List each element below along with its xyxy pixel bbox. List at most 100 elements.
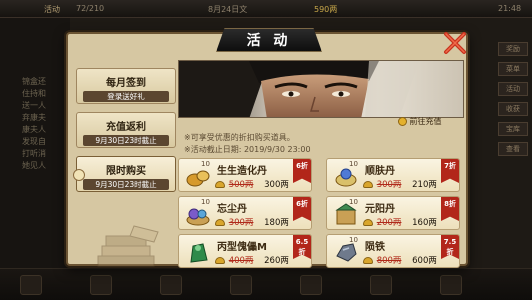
item-name: 元阳丹 [365, 204, 395, 215]
shop-item-card[interactable]: 10 陨铁 800两 600两 7.5折 [326, 234, 460, 268]
bg-menu-button[interactable]: 宝库 [498, 122, 528, 136]
activity-dialog: 活 动 每月签到 登录送好礼 充值返利 9月30日23时截止 限时购买 9月30… [66, 28, 468, 268]
info-deadline-note: ※活动截止日期: 2019/9/30 23:00 [184, 145, 311, 154]
item-count: 10 [349, 198, 358, 206]
discount-badge: 6折 [293, 159, 311, 183]
item-name: 陨铁 [365, 242, 385, 253]
bottom-slot[interactable] [440, 275, 462, 295]
item-price: 400两 260两 [215, 254, 289, 266]
hero-banner [178, 60, 464, 118]
discount-badge: 6.5折 [293, 235, 311, 259]
ingot-icon [215, 181, 225, 188]
sale-price: 160两 [412, 218, 437, 228]
coin-icon [398, 117, 407, 126]
selected-arrow-icon [73, 169, 85, 181]
ingot-icon [215, 219, 225, 226]
sale-price: 180两 [264, 218, 289, 228]
tab-title: 充值返利 [106, 122, 146, 133]
go-recharge-link[interactable]: 前往充值 [398, 116, 462, 128]
bottom-slot[interactable] [90, 275, 112, 295]
hero-portrait-icon [179, 61, 419, 117]
bottom-action-bar [0, 268, 532, 300]
story-line: 康夫人 [22, 125, 46, 134]
shop-item-card[interactable]: 10 顺肤丹 300两 210两 7折 [326, 158, 460, 192]
bg-menu-button[interactable]: 收获 [498, 102, 528, 116]
ingot-icon [363, 257, 373, 264]
sale-price: 600两 [412, 256, 437, 266]
item-name: 丙型傀儡M [217, 242, 267, 253]
tab-title: 每月签到 [106, 78, 146, 89]
limited-purchase-panel: 前往充值 ※可享受优惠的折扣购买道具。 ※活动截止日期: 2019/9/30 2… [178, 60, 464, 268]
original-price: 300两 [228, 218, 254, 228]
close-icon[interactable] [442, 30, 468, 56]
story-line: 住持和 [22, 89, 46, 98]
sale-price: 300两 [264, 180, 289, 190]
bottom-slot[interactable] [230, 275, 252, 295]
story-line: 她见人 [22, 161, 46, 170]
item-count: 10 [201, 160, 210, 168]
item-price: 500两 300两 [215, 178, 289, 190]
tab-monthly-signin[interactable]: 每月签到 登录送好礼 [76, 68, 176, 104]
top-tab-label: 活动 [44, 5, 60, 14]
story-line: 发现自 [22, 137, 46, 146]
bottom-slot[interactable] [160, 275, 182, 295]
background-story-text: 锦盒还 住持和 送一人 弃康夫 康夫人 发现自 打听消 她见人 [22, 76, 72, 172]
books-decoration-icon [97, 225, 159, 267]
discount-badge: 7折 [441, 159, 459, 183]
original-price: 800两 [376, 256, 402, 266]
date-value: 8月24日文 [208, 5, 248, 14]
original-price: 200两 [376, 218, 402, 228]
bottom-slot[interactable] [370, 275, 392, 295]
top-status-bar: 活动 72/210 8月24日文 590两 21:48 [0, 0, 532, 18]
bottom-slot[interactable] [300, 275, 322, 295]
tab-limited-purchase[interactable]: 限时购买 9月30日23时截止 [73, 156, 176, 192]
sale-price: 210两 [412, 180, 437, 190]
discount-badge: 6折 [293, 197, 311, 221]
item-name: 顺肤丹 [365, 166, 395, 177]
clock-value: 21:48 [498, 4, 522, 13]
discount-badge: 8折 [441, 197, 459, 221]
ingot-icon [363, 181, 373, 188]
item-count: 10 [349, 160, 358, 168]
coins-value: 590两 [314, 5, 338, 14]
ingot-icon [363, 219, 373, 226]
shop-item-card[interactable]: 10 忘尘丹 300两 180两 6折 [178, 196, 312, 230]
tab-subtitle: 9月30日23时截止 [83, 179, 169, 190]
story-line: 打听消 [22, 149, 46, 158]
bottom-slot[interactable] [20, 275, 42, 295]
bg-menu-button[interactable]: 查看 [498, 142, 528, 156]
story-line: 弃康夫 [22, 113, 46, 122]
story-line: 锦盒还 [22, 77, 46, 86]
item-count: 10 [349, 236, 358, 244]
shop-item-card[interactable]: 10 生生造化丹 500两 300两 6折 [178, 158, 312, 192]
bg-menu-button[interactable]: 菜单 [498, 62, 528, 76]
shop-item-card[interactable]: 丙型傀儡M 400两 260两 6.5折 [178, 234, 312, 268]
original-price: 300两 [376, 180, 402, 190]
stamina-value: 72/210 [76, 4, 105, 13]
original-price: 500两 [228, 180, 254, 190]
discount-badge: 7.5折 [441, 235, 459, 259]
ingot-icon [215, 257, 225, 264]
item-price: 300两 210两 [363, 178, 437, 190]
sale-price: 260两 [264, 256, 289, 266]
item-price: 800两 600两 [363, 254, 437, 266]
story-line: 送一人 [22, 101, 46, 110]
bg-menu-button[interactable]: 活动 [498, 82, 528, 96]
puppet-icon [190, 243, 208, 263]
item-price: 300两 180两 [215, 216, 289, 228]
item-name: 忘尘丹 [217, 204, 247, 215]
item-count: 10 [201, 198, 210, 206]
background-side-menu: 奖励 菜单 活动 收获 宝库 查看 [464, 38, 532, 228]
item-price: 200两 160两 [363, 216, 437, 228]
tab-recharge-rebate[interactable]: 充值返利 9月30日23时截止 [76, 112, 176, 148]
shop-item-card[interactable]: 10 元阳丹 200两 160两 8折 [326, 196, 460, 230]
recharge-label: 前往充值 [409, 117, 442, 126]
dialog-title: 活 动 [216, 28, 322, 52]
bg-menu-button[interactable]: 奖励 [498, 42, 528, 56]
item-name: 生生造化丹 [217, 166, 267, 177]
original-price: 400两 [228, 256, 254, 266]
tab-title: 限时购买 [106, 166, 146, 177]
tab-subtitle: 登录送好礼 [83, 91, 169, 102]
background-story-panel: 锦盒还 住持和 送一人 弃康夫 康夫人 发现自 打听消 她见人 [0, 18, 70, 268]
info-discount-note: ※可享受优惠的折扣购买道具。 [184, 133, 295, 142]
